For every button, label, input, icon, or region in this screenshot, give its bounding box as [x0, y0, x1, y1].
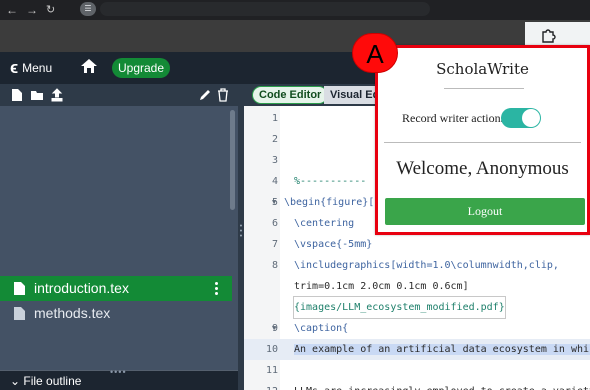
code-line: 9 ▼ \caption{	[244, 318, 590, 339]
file-item-introduction[interactable]: introduction.tex	[0, 276, 232, 301]
arrow-right-icon[interactable]: →	[26, 4, 38, 16]
line-number: 4	[271, 176, 278, 187]
file-tree-toolbar	[0, 84, 238, 106]
code-line: 8 \includegraphics[width=1.0\columnwidth,…	[244, 255, 590, 276]
code-text: \centering	[294, 218, 355, 229]
file-tree-scrollbar[interactable]	[230, 110, 235, 210]
annotation-badge: A	[352, 33, 398, 73]
code-text: \vspace{-5mm}	[294, 239, 373, 250]
reload-icon[interactable]: ↻	[46, 4, 55, 16]
upgrade-button[interactable]: Upgrade	[112, 58, 170, 78]
new-folder-icon[interactable]	[30, 88, 44, 102]
line-number: 12	[244, 381, 278, 390]
menu-button[interactable]: ϵ Menu	[10, 58, 52, 78]
file-tree-panel: introduction.tex methods.tex •••• ⌄ File…	[0, 84, 238, 390]
record-toggle[interactable]	[501, 108, 541, 128]
code-line: 7 \vspace{-5mm}	[244, 234, 590, 255]
trash-icon[interactable]	[216, 88, 230, 102]
address-bar[interactable]	[100, 2, 430, 16]
code-line: 11	[244, 360, 590, 381]
tab-code-editor[interactable]: Code Editor	[252, 86, 329, 104]
resize-grip[interactable]: ••••	[110, 367, 127, 377]
code-line: {images/LLM_ecosystem_modified.pdf}	[244, 296, 590, 319]
more-options-icon[interactable]	[215, 282, 218, 295]
browser-tab-strip: ← → ↻ ☰	[0, 0, 590, 20]
resize-handle-icon[interactable]: • • •	[239, 223, 243, 240]
site-settings-icon[interactable]: ☰	[80, 2, 96, 16]
line-number: 1	[271, 113, 278, 124]
welcome-message: Welcome, Anonymous	[396, 158, 569, 179]
code-line: 12 LLMs are increasingly employed to crea…	[244, 381, 590, 390]
code-text: %-----------	[294, 176, 367, 187]
menu-label: Menu	[22, 61, 53, 75]
file-outline-text: File outline	[23, 374, 82, 388]
selected-text: An example of an artificial data ecosyst…	[294, 344, 590, 355]
chevron-down-icon: ⌄	[10, 374, 24, 388]
line-number: 6	[271, 218, 278, 229]
file-item-label: introduction.tex	[34, 280, 129, 296]
line-number: 10	[265, 344, 278, 355]
line-number: 2	[271, 134, 278, 145]
record-label: Record writer actions	[402, 111, 506, 125]
scholawrite-popup: ScholaWrite Record writer actions Welcom…	[375, 45, 590, 235]
file-outline-header[interactable]: •••• ⌄ File outline	[0, 367, 238, 390]
puzzle-icon[interactable]	[540, 27, 556, 43]
line-number: 7	[271, 239, 278, 250]
home-icon[interactable]	[80, 58, 98, 74]
logout-button[interactable]: Logout	[385, 198, 585, 225]
file-outline-label: ⌄ File outline	[10, 373, 81, 389]
fold-arrow-icon[interactable]: ▼	[272, 318, 276, 339]
selected-text-wrap: An example of an artificial data ecosyst…	[294, 339, 590, 360]
file-item-label: methods.tex	[34, 305, 111, 321]
arrow-left-icon[interactable]: ←	[6, 4, 18, 16]
code-text: {images/LLM_ecosystem_modified.pdf}	[293, 296, 506, 319]
editor-toolbar: ϵ Menu	[0, 52, 375, 84]
code-text: \caption{	[294, 323, 349, 334]
new-file-icon[interactable]	[10, 88, 24, 102]
popup-title: ScholaWrite	[436, 60, 529, 78]
rename-icon[interactable]	[198, 88, 212, 102]
code-line-active: 10 An example of an artificial data ecosy…	[244, 339, 590, 360]
toggle-knob	[522, 109, 540, 127]
line-number: 11	[265, 365, 278, 376]
file-icon	[14, 282, 25, 295]
line-number: 8	[271, 260, 278, 271]
code-line: trim=0.1cm 2.0cm 0.1cm 0.6cm]	[244, 276, 590, 297]
code-text: LLMs are increasingly employed to create…	[294, 381, 590, 390]
code-text: \includegraphics[width=1.0\columnwidth,c…	[294, 260, 559, 271]
code-text: \begin{figure}[h	[284, 197, 381, 208]
overleaf-logo-icon: ϵ	[10, 58, 19, 77]
upload-icon[interactable]	[50, 88, 64, 102]
file-item-methods[interactable]: methods.tex	[0, 301, 232, 326]
screenshot-root: ← → ↻ ☰ ϵ Menu Upgrade introduction.tex …	[0, 0, 590, 390]
file-icon	[14, 307, 25, 320]
code-text: trim=0.1cm 2.0cm 0.1cm 0.6cm]	[294, 281, 469, 292]
line-number: 3	[271, 155, 278, 166]
fold-arrow-icon[interactable]: ▼	[272, 192, 276, 213]
divider	[384, 142, 581, 143]
divider	[444, 88, 524, 89]
